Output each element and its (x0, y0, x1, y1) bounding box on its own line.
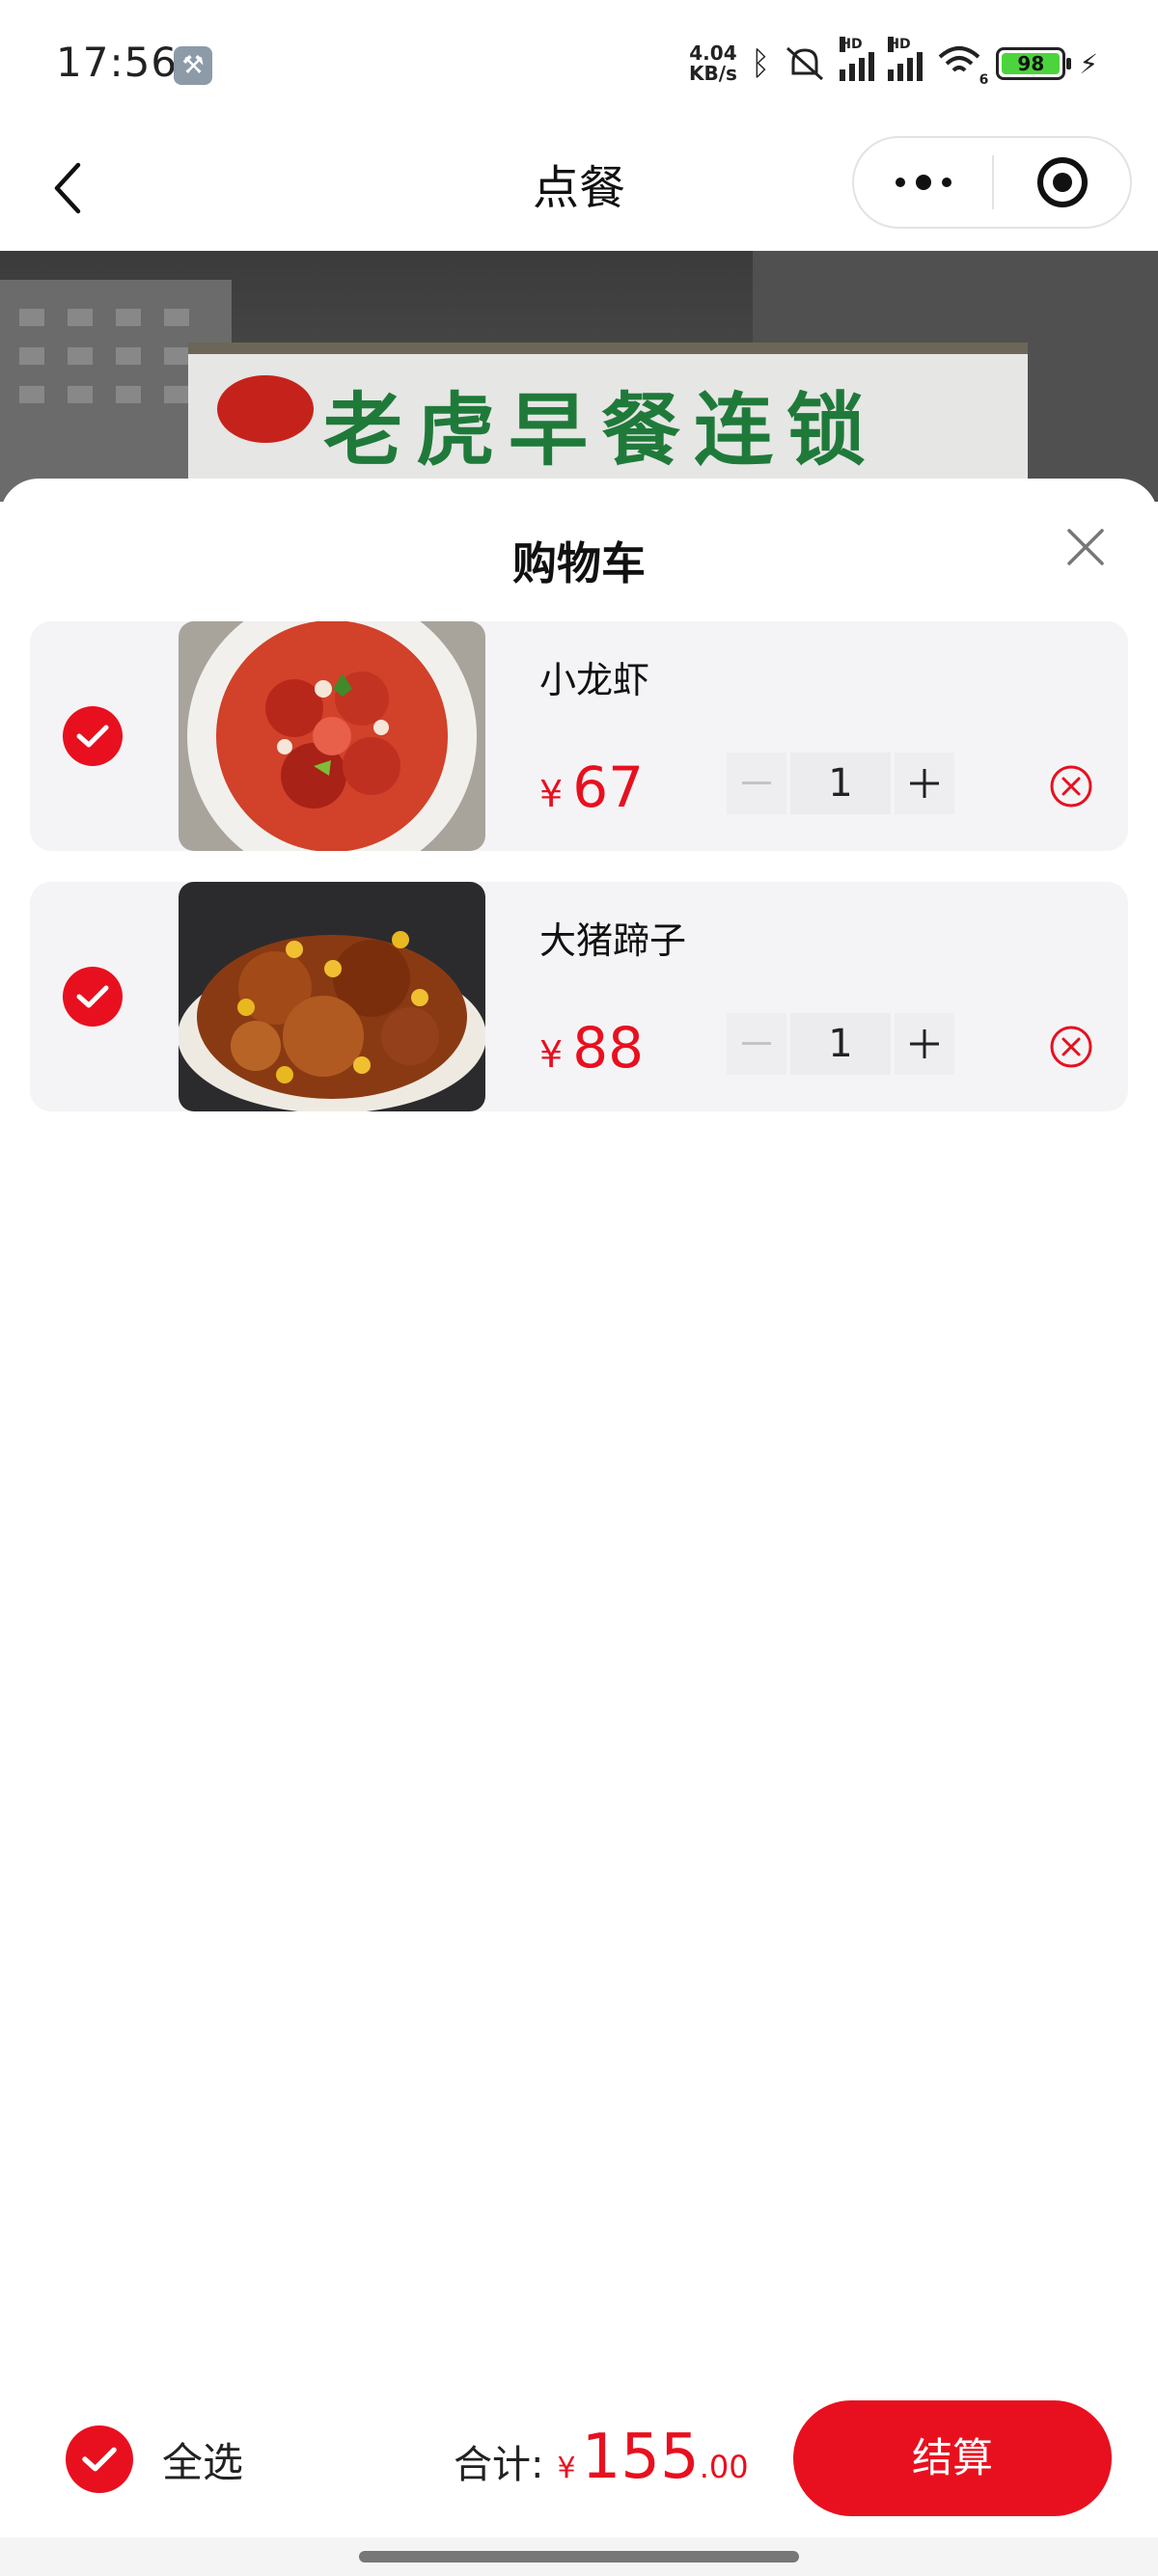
total-decimal: .00 (699, 2449, 749, 2485)
item-select-checkbox[interactable] (63, 967, 123, 1027)
quantity-value[interactable]: 1 (790, 1013, 891, 1075)
checkout-bar: 全选 合计: ¥ 155 .00 结算 (0, 2383, 1158, 2537)
more-dots-icon (895, 175, 951, 190)
wifi-label: 6 (979, 72, 989, 88)
close-mini-program-button[interactable] (994, 138, 1130, 227)
network-speed: 4.04 KB/s (689, 43, 737, 84)
cart-item: 小龙虾 ¥67 1 (30, 621, 1128, 851)
item-name: 大猪蹄子 (539, 919, 687, 962)
plus-icon (910, 769, 939, 798)
network-speed-value: 4.04 (689, 41, 737, 65)
shop-logo (217, 375, 314, 443)
increase-quantity-button[interactable] (895, 1013, 954, 1075)
remove-circle-icon (1050, 1026, 1092, 1068)
quantity-stepper: 1 (727, 1013, 954, 1075)
remove-item-button[interactable] (1049, 1025, 1093, 1069)
minus-icon (742, 1042, 771, 1045)
decrease-quantity-button[interactable] (727, 753, 786, 814)
shop-banner-image: 老虎早餐连锁 (0, 251, 1158, 502)
check-icon (76, 725, 109, 748)
plus-icon (910, 1029, 939, 1058)
signal-2-hd-label: HD (888, 37, 911, 52)
close-icon (1067, 529, 1104, 565)
item-select-checkbox[interactable] (63, 706, 123, 766)
crayfish-image (179, 621, 485, 851)
cart-list: 小龙虾 ¥67 1 大猪蹄子 ¥ 88 1 (30, 621, 1128, 1142)
remove-item-button[interactable] (1049, 764, 1093, 808)
item-currency: ¥ (539, 773, 564, 815)
target-icon (1036, 157, 1088, 207)
network-speed-unit: KB/s (688, 62, 737, 85)
item-name: 小龙虾 (539, 659, 650, 701)
status-bar: 17:56 ⚒ 4.04 KB/s ᛒ HD HD 6 98 ⚡ (0, 0, 1158, 130)
remove-circle-icon (1050, 765, 1092, 808)
bluetooth-icon: ᛒ (750, 44, 771, 83)
home-indicator-area (0, 2537, 1158, 2576)
nav-bar: 点餐 (0, 130, 1158, 251)
item-price-value: 88 (572, 1015, 644, 1081)
wifi-icon: 6 (936, 43, 988, 88)
mute-icon (786, 46, 824, 81)
item-price: ¥88 (539, 1017, 644, 1085)
shop-sign-text: 老虎早餐连锁 (323, 384, 880, 477)
item-currency: ¥ (539, 1033, 564, 1076)
charging-icon: ⚡ (1079, 47, 1098, 80)
cart-item: 大猪蹄子 ¥88 1 (30, 882, 1128, 1111)
item-price-value: 67 (572, 754, 644, 820)
cart-sheet: 购物车 小龙虾 ¥ 67 1 大猪蹄子 ¥ 88 1 (0, 479, 1158, 2576)
check-icon (76, 985, 109, 1008)
signal-2-icon: HD (888, 37, 924, 81)
wrench-icon: ⚒ (174, 46, 212, 85)
quantity-value[interactable]: 1 (790, 753, 891, 814)
minus-icon (742, 781, 771, 784)
total-integer: 155 (581, 2422, 700, 2493)
status-time: 17:56 (56, 39, 179, 86)
item-price: ¥67 (539, 756, 644, 825)
order-total: 合计: ¥ 155 .00 (454, 2422, 749, 2493)
select-all-toggle[interactable]: 全选 (66, 2425, 243, 2493)
decrease-quantity-button[interactable] (727, 1013, 786, 1075)
home-indicator[interactable] (359, 2551, 799, 2562)
battery-level: 98 (1002, 53, 1061, 74)
status-indicators: 4.04 KB/s ᛒ HD HD 6 98 ⚡ (689, 37, 1098, 91)
select-all-checkbox[interactable] (66, 2425, 133, 2493)
checkout-button[interactable]: 结算 (793, 2400, 1112, 2516)
signal-1-hd-label: HD (840, 37, 863, 52)
total-currency: ¥ (557, 2452, 576, 2485)
more-button[interactable] (854, 138, 992, 227)
pork-trotter-image (179, 882, 485, 1111)
total-label: 合计: (454, 2443, 544, 2487)
check-icon (82, 2447, 117, 2472)
increase-quantity-button[interactable] (895, 753, 954, 814)
battery-icon: 98 (996, 47, 1072, 80)
mini-program-capsule (852, 136, 1132, 229)
signal-1-icon: HD (840, 37, 875, 81)
quantity-stepper: 1 (727, 753, 954, 814)
cart-title: 购物车 (512, 537, 646, 589)
select-all-label: 全选 (162, 2438, 244, 2486)
close-cart-button[interactable] (1062, 523, 1110, 571)
